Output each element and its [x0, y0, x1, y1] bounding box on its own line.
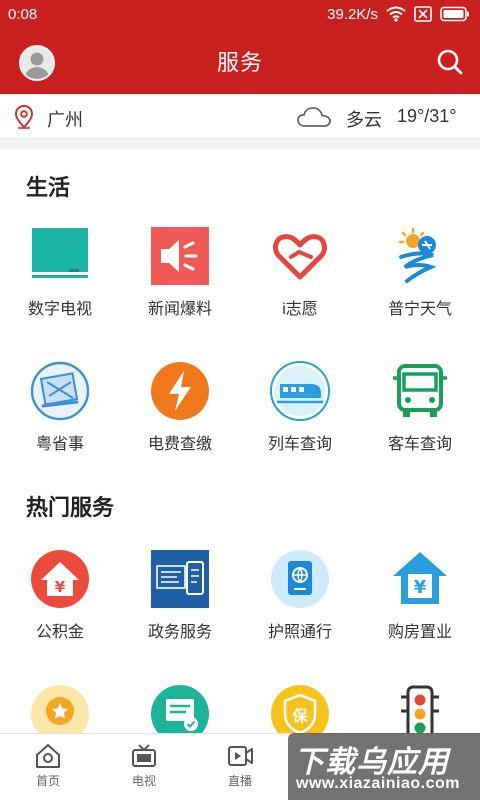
service-label: 政务服务	[147, 624, 212, 641]
section-title-life: 生活	[26, 175, 71, 200]
lightning-icon	[151, 362, 209, 420]
tv-nav-icon	[132, 744, 156, 767]
service-news-report[interactable]: 新闻爆料	[120, 225, 240, 345]
service-label: 购房置业	[387, 624, 452, 641]
svg-text:¥: ¥	[55, 578, 66, 596]
section-divider	[0, 139, 480, 149]
house-yen-icon: ¥	[31, 550, 89, 608]
heart-hand-icon	[273, 234, 327, 280]
gov-service-icon	[151, 550, 209, 608]
page-title: 服务	[216, 50, 263, 75]
nav-label: 直播	[227, 774, 252, 788]
nav-tv[interactable]: 电视	[96, 734, 192, 800]
service-volunteer[interactable]: i志愿	[240, 225, 360, 345]
service-label: 电费查缴	[147, 436, 212, 453]
battery-icon	[440, 6, 469, 22]
city-selector[interactable]: 广州	[47, 106, 83, 132]
wifi-icon	[386, 6, 406, 22]
nav-home[interactable]: 首页	[0, 734, 96, 800]
nav-label: 电视	[131, 774, 156, 788]
cloud-icon	[297, 107, 331, 127]
service-gov-affairs[interactable]: 政务服务	[120, 548, 240, 668]
service-passport[interactable]: 护照通行	[240, 548, 360, 668]
house-purchase-icon: ¥	[393, 552, 447, 604]
service-train-query[interactable]: 列车查询	[240, 360, 360, 480]
status-icons: 39.2K/s	[327, 6, 470, 23]
svg-text:¥: ¥	[414, 577, 427, 598]
sim-off-icon	[414, 6, 432, 22]
watermark-url: www.xiazainiao.com	[296, 775, 461, 792]
speaker-icon	[151, 227, 209, 285]
service-label: 新闻爆料	[147, 301, 212, 318]
service-label: 列车查询	[267, 436, 332, 453]
service-digital-tv[interactable]: 数字电视	[0, 225, 120, 345]
service-label: 数字电视	[27, 301, 92, 318]
status-bar: 0:08 39.2K/s	[0, 0, 480, 28]
service-house-purchase[interactable]: ¥ 购房置业	[360, 548, 480, 668]
service-bus-query[interactable]: 客车查询	[360, 360, 480, 480]
section-title-popular: 热门服务	[26, 495, 115, 520]
passport-icon	[271, 550, 329, 608]
service-label: 公积金	[35, 624, 84, 641]
yue-logo-icon	[30, 361, 90, 421]
home-icon	[36, 744, 60, 768]
service-label: 护照通行	[267, 624, 332, 641]
status-time: 0:08	[8, 5, 38, 23]
live-icon	[228, 746, 253, 766]
weather-logo-icon	[398, 227, 437, 283]
bus-icon	[393, 364, 447, 417]
app-header: 服务	[0, 28, 480, 94]
nav-live[interactable]: 直播	[192, 734, 288, 800]
weather-description: 多云	[346, 110, 382, 130]
service-label: 粤省事	[35, 436, 84, 453]
tv-icon	[32, 228, 88, 278]
service-electricity-bill[interactable]: 电费查缴	[120, 360, 240, 480]
service-label: 客车查询	[387, 436, 452, 453]
search-button[interactable]	[436, 48, 464, 76]
temperature-range: 19°/31°	[397, 106, 457, 126]
location-pin-icon	[14, 105, 34, 129]
network-speed: 39.2K/s	[327, 5, 378, 23]
train-icon	[270, 361, 330, 421]
search-icon	[437, 49, 463, 75]
avatar[interactable]	[19, 45, 55, 81]
location-weather-bar: 广州 多云 19°/31°	[0, 94, 480, 139]
service-label: 普宁天气	[387, 301, 452, 318]
watermark-overlay: 下载乌应用 www.xiazainiao.com	[288, 733, 480, 800]
svg-text:保: 保	[291, 707, 308, 725]
service-label: i志愿	[282, 301, 318, 318]
service-yue-sheng-shi[interactable]: 粤省事	[0, 360, 120, 480]
nav-label: 首页	[35, 774, 60, 788]
service-puning-weather[interactable]: 普宁天气	[360, 225, 480, 345]
service-housing-fund[interactable]: ¥ 公积金	[0, 548, 120, 668]
